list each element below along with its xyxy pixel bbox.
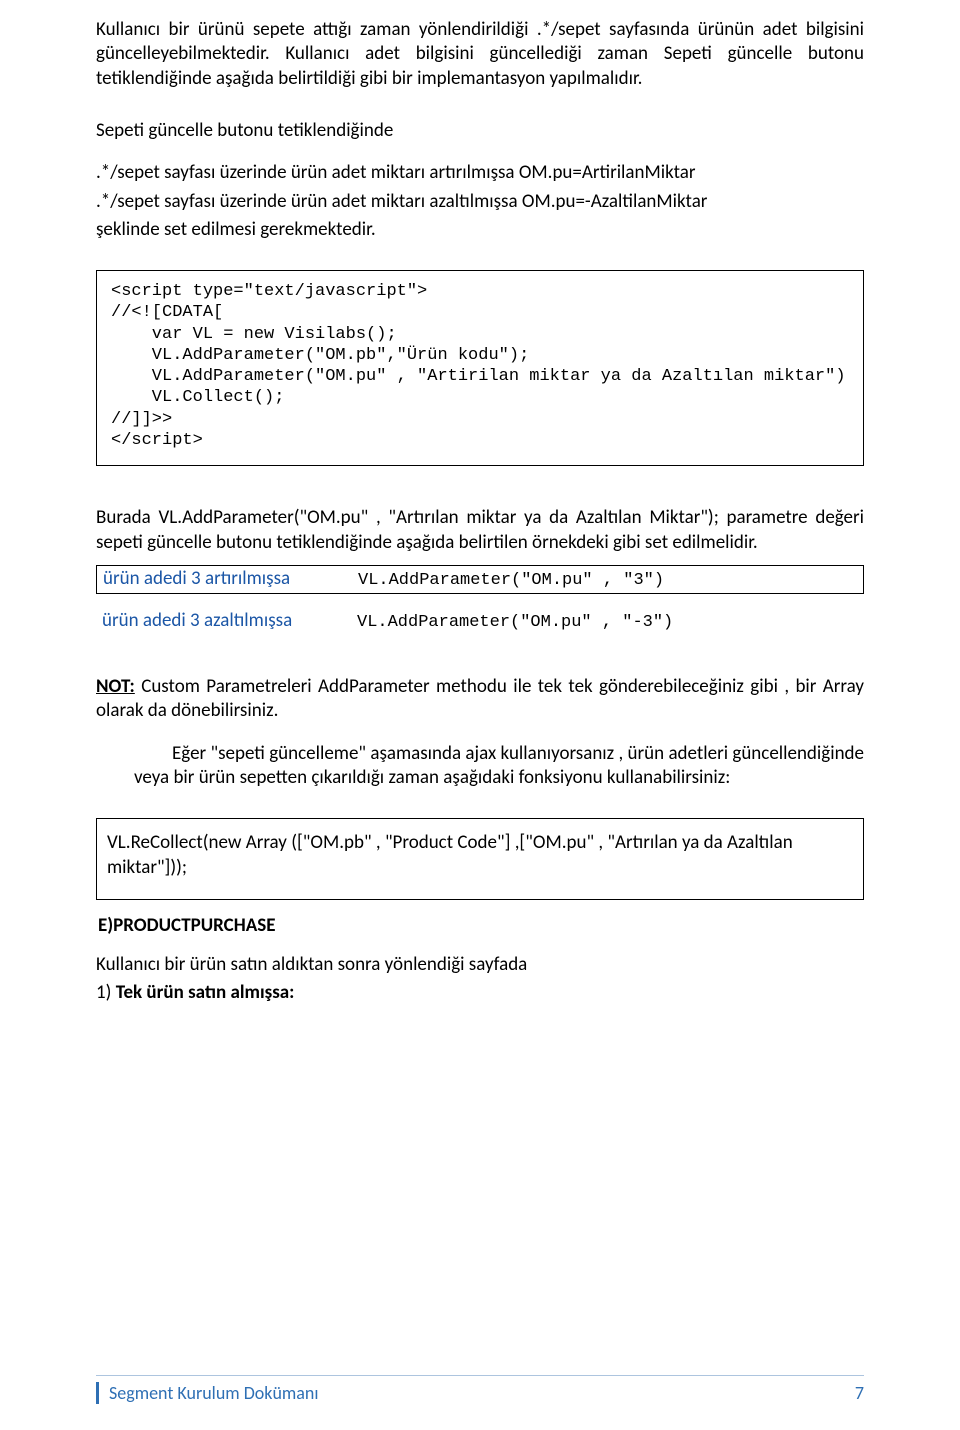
note-text: Custom Parametreleri AddParameter method… [96,675,864,722]
recollect-line-1: VL.ReCollect(new Array (["OM.pb" , "Prod… [107,831,853,856]
recollect-line-2: miktar"])); [107,856,853,881]
note-label: NOT: [96,675,135,698]
example-increase-label: ürün adedi 3 artırılmışsa [103,567,358,592]
purchase-paragraph: Kullanıcı bir ürün satın aldıktan sonra … [96,953,864,977]
trigger-paragraph: Sepeti güncelle butonu tetiklendiğinde [96,119,864,143]
code-block-script: <script type="text/javascript"> //<![CDA… [96,270,864,466]
footer-title-text: Segment Kurulum Dokümanı [109,1382,319,1404]
purchase-single-line: 1) Tek ürün satın almışsa: [96,981,864,1005]
rule-decrease: .*/sepet sayfası üzerinde ürün adet mikt… [96,190,864,214]
rule-increase: .*/sepet sayfası üzerinde ürün adet mikt… [96,161,864,185]
example-decrease-label: ürün adedi 3 azaltılmışsa [102,609,357,634]
rule-footer: şeklinde set edilmesi gerekmektedir. [96,218,864,242]
document-page: Kullanıcı bir ürünü sepete attığı zaman … [0,0,960,1430]
recollect-box: VL.ReCollect(new Array (["OM.pb" , "Prod… [96,818,864,899]
page-footer: Segment Kurulum Dokümanı 7 [0,1382,960,1404]
footer-bar-icon [96,1382,99,1404]
ajax-paragraph: Eğer "sepeti güncelleme" aşamasında ajax… [96,742,864,791]
example-increase-code: VL.AddParameter("OM.pu" , "3") [358,570,664,592]
example-decrease-row: ürün adedi 3 azaltılmışsa VL.AddParamete… [96,608,864,635]
example-decrease-code: VL.AddParameter("OM.pu" , "-3") [357,612,673,634]
section-e-heading: E)PRODUCTPURCHASE [98,914,864,937]
intro-paragraph: Kullanıcı bir ürünü sepete attığı zaman … [96,18,864,91]
example-increase-row: ürün adedi 3 artırılmışsa VL.AddParamete… [96,565,864,594]
footer-page-number: 7 [855,1382,864,1404]
explanation-paragraph: Burada VL.AddParameter("OM.pu" , "Artırı… [96,506,864,555]
note-paragraph: NOT: Custom Parametreleri AddParameter m… [96,675,864,724]
footer-divider [96,1375,864,1376]
